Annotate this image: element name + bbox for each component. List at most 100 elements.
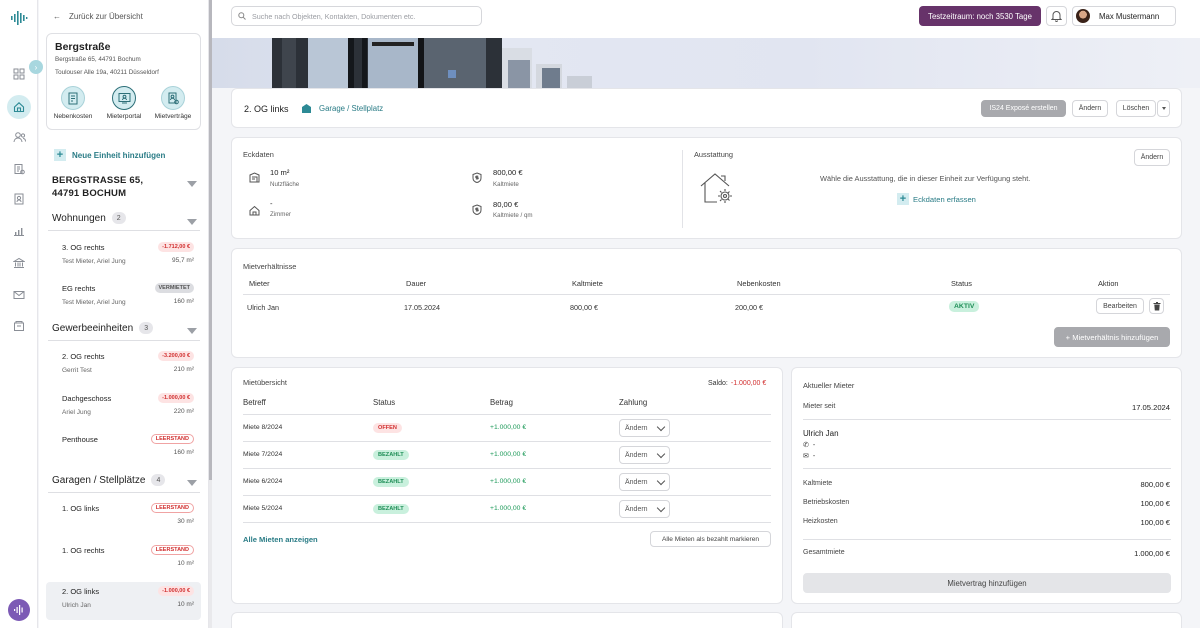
quick-action-nebenkosten[interactable]: Nebenkosten (51, 86, 95, 120)
payment-select[interactable]: Ändern (619, 500, 670, 518)
status-badge: BEZAHLT (373, 504, 409, 514)
table-cell: Miete 7/2024 (243, 451, 283, 458)
group-wohnungen[interactable]: Wohnungen 2 (52, 212, 126, 224)
list-item[interactable]: Penthouse LEERSTAND 160 m² (46, 430, 201, 468)
user-menu[interactable]: Max Mustermann (1072, 6, 1176, 26)
logo-icon[interactable] (9, 8, 29, 28)
unit-tenant: Ulrich Jan (62, 602, 91, 609)
address-heading: BERGSTRASSE 65, 44791 BOCHUM (52, 175, 144, 199)
new-unit-button[interactable]: + Neue Einheit hinzufügen (54, 149, 165, 161)
cost-value: 800,00 € (1140, 480, 1170, 489)
trial-badge[interactable]: Testzeitraum: noch 3530 Tage (919, 6, 1041, 26)
receipt-icon (61, 86, 85, 110)
money-icon (472, 204, 482, 215)
search-input[interactable]: Suche nach Objekten, Kontakten, Dokument… (231, 6, 482, 26)
unit-name: Penthouse (62, 435, 98, 444)
assistant-icon[interactable] (8, 599, 30, 621)
divider (243, 495, 771, 496)
ausstattung-edit-button[interactable]: Ändern (1134, 149, 1170, 166)
column-header: Kaltmiete (572, 279, 603, 288)
collapse-toggle-icon[interactable]: › (29, 60, 43, 74)
status-badge: BEZAHLT (373, 450, 409, 460)
mietverhaeltnisse-panel: Mietverhältnisse Mieter Dauer Kaltmiete … (231, 248, 1182, 358)
group-gewerbeeinheiten[interactable]: Gewerbeeinheiten 3 (52, 322, 154, 334)
ausstattung-title: Ausstattung (694, 150, 734, 159)
top-bar: Suche nach Objekten, Kontakten, Dokument… (212, 0, 1200, 38)
list-item[interactable]: 2. OG rechts -3.200,00 € Gerrit Test 210… (46, 347, 201, 385)
chart-icon[interactable] (9, 221, 29, 241)
archive-icon[interactable] (9, 316, 29, 336)
status-badge: BEZAHLT (373, 477, 409, 487)
table-cell: 800,00 € (570, 303, 598, 312)
group-count: 2 (111, 212, 126, 224)
list-item[interactable]: 3. OG rechts -1.712,00 € Test Mieter, Ar… (46, 238, 201, 276)
cost-label: Kaltmiete (803, 480, 833, 487)
dashboard-icon[interactable] (9, 64, 29, 84)
contacts-icon[interactable] (9, 127, 29, 147)
divider (803, 468, 1171, 469)
table-cell: +1.000,00 € (490, 424, 527, 431)
property-address: Bergstraße 65, 44791 Bochum (55, 56, 141, 63)
list-item[interactable]: 1. OG links LEERSTAND 30 m² (46, 499, 201, 537)
tenant-since-value: 17.05.2024 (1131, 403, 1170, 412)
list-item[interactable]: EG rechts VERMIETET Test Mieter, Ariel J… (46, 279, 201, 317)
unit-type: Garage / Stellplatz (302, 104, 383, 113)
table-cell: +1.000,00 € (490, 478, 527, 485)
add-tenancy-button[interactable]: + Mietverhältnis hinzufügen (1054, 327, 1170, 347)
edit-button[interactable]: Ändern (1072, 100, 1108, 117)
chevron-down-icon[interactable] (187, 181, 197, 187)
column-header: Mieter (249, 279, 270, 288)
divider (48, 492, 200, 493)
divider (243, 294, 1170, 295)
unit-tenant: Gerrit Test (62, 367, 92, 374)
trash-icon[interactable] (1149, 298, 1164, 314)
cost-label: Heizkosten (803, 518, 838, 525)
unit-name: 2. OG rechts (62, 352, 105, 361)
list-item[interactable]: 2. OG links -1.000,00 € Ulrich Jan 10 m² (46, 582, 201, 620)
show-all-rents-link[interactable]: Alle Mieten anzeigen (243, 535, 318, 544)
payment-select[interactable]: Ändern (619, 446, 670, 464)
document-icon[interactable] (9, 159, 29, 179)
edit-tenancy-button[interactable]: Bearbeiten (1096, 298, 1144, 314)
back-link[interactable]: ← Zurück zur Übersicht (53, 12, 143, 21)
contract-icon[interactable] (9, 189, 29, 209)
list-item[interactable]: 1. OG rechts LEERSTAND 10 m² (46, 541, 201, 579)
home-icon[interactable] (7, 95, 31, 119)
chevron-down-icon[interactable] (187, 219, 197, 225)
eckdaten-value: 10 m² (270, 168, 290, 177)
unit-name: EG rechts (62, 284, 96, 293)
eckdaten-value: - (270, 199, 273, 208)
list-item[interactable]: Dachgeschoss -1.000,00 € Ariel Jung 220 … (46, 389, 201, 427)
quick-action-mietvertraege[interactable]: Mietverträge (151, 86, 195, 120)
delete-menu-button[interactable] (1157, 100, 1170, 117)
divider (243, 468, 771, 469)
payment-select[interactable]: Ändern (619, 419, 670, 437)
expose-button[interactable]: IS24 Exposé erstellen (981, 100, 1066, 117)
bell-icon[interactable] (1046, 6, 1067, 26)
group-garagen[interactable]: Garagen / Stellplätze 4 (52, 474, 166, 486)
payment-select[interactable]: Ändern (619, 473, 670, 491)
delete-button[interactable]: Löschen (1116, 100, 1156, 117)
unit-tenant: Ariel Jung (62, 409, 91, 416)
chevron-down-icon[interactable] (187, 328, 197, 334)
column-header: Zahlung (619, 398, 648, 407)
chevron-down-icon (1161, 107, 1166, 110)
quick-action-label: Nebenkosten (53, 113, 93, 120)
portal-icon (112, 86, 136, 110)
bank-icon[interactable] (9, 253, 29, 273)
table-cell: Ulrich Jan (247, 303, 279, 312)
quick-action-label: Mieterportal (106, 113, 142, 120)
divider (682, 150, 683, 228)
chevron-down-icon[interactable] (187, 480, 197, 486)
unit-area: 10 m² (177, 601, 194, 608)
bottom-panel-right (791, 612, 1182, 628)
mark-all-paid-button[interactable]: Alle Mieten als bezahlt markieren (650, 531, 771, 547)
status-badge: LEERSTAND (150, 503, 194, 513)
eckdaten-label: Kaltmiete / qm (493, 212, 533, 219)
quick-action-mieterportal[interactable]: Mieterportal (102, 86, 146, 120)
group-count: 3 (139, 322, 154, 334)
mail-icon[interactable] (9, 285, 29, 305)
add-contract-button[interactable]: Mietvertrag hinzufügen (803, 573, 1171, 593)
eckdaten-erfassen-link[interactable]: + Eckdaten erfassen (897, 193, 976, 205)
eckdaten-label: Kaltmiete (493, 181, 519, 188)
